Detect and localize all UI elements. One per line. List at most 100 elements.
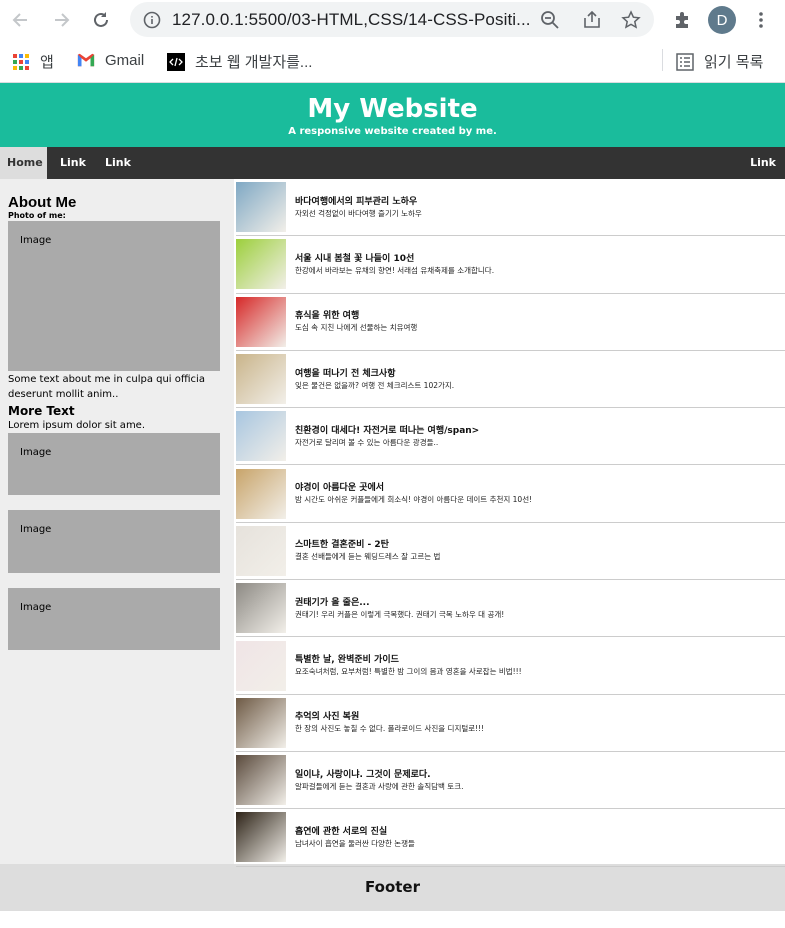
article-thumbnail xyxy=(236,583,286,634)
article-text: 서울 시내 봄철 꽃 나들이 10선 한강에서 바라보는 유채의 향연! 서래섬 … xyxy=(295,253,494,276)
article-thumbnail xyxy=(236,812,286,863)
info-icon[interactable] xyxy=(140,8,164,32)
photo-label: Photo of me: xyxy=(8,211,66,220)
share-icon[interactable] xyxy=(580,8,604,32)
bookmarks-bar: 앱 Gmail 초보 웹 개발자를... 읽기 목록 xyxy=(0,40,785,83)
article-title: 서울 시내 봄철 꽃 나들이 10선 xyxy=(295,253,415,264)
bookmark-dev-label: 초보 웹 개발자를... xyxy=(195,54,313,71)
reading-list-icon xyxy=(676,52,694,71)
article-description: 밤 시간도 아쉬운 커플들에게 희소식! 야경이 아름다운 데이트 추천지 10… xyxy=(295,495,533,505)
article-text: 휴식을 위한 여행 도심 속 지친 나에게 선물하는 치유여행 xyxy=(295,310,417,333)
article-title: 특별한 날, 완벽준비 가이드 xyxy=(295,655,399,666)
bookmark-dev[interactable]: 초보 웹 개발자를... xyxy=(167,51,312,72)
article-thumbnail xyxy=(236,411,286,462)
bookmark-gmail-label: Gmail xyxy=(105,51,145,69)
profile-image-placeholder: Image xyxy=(8,221,220,371)
web-page: My Website A responsive website created … xyxy=(0,83,785,928)
extensions-icon[interactable] xyxy=(669,7,695,33)
article-thumbnail xyxy=(236,640,286,691)
site-subtitle: A responsive website created by me. xyxy=(288,126,497,137)
article-text: 일이냐, 사랑이냐. 그것이 문제로다. 알파걸들에게 듣는 결혼과 사랑에 관한… xyxy=(295,769,464,792)
list-item[interactable]: 서울 시내 봄철 꽃 나들이 10선 한강에서 바라보는 유채의 향연! 서래섬 … xyxy=(236,236,785,294)
article-thumbnail xyxy=(236,296,286,347)
list-item[interactable]: 바다여행에서의 피부관리 노하우 자외선 걱정없이 바다여행 즐기기 노하우 xyxy=(236,179,785,237)
article-text: 여행을 떠나기 전 체크사항 잊은 물건은 없을까? 여행 전 체크리스트 102… xyxy=(295,368,454,391)
list-item[interactable]: 추억의 사진 복원 한 장의 사진도 놓칠 수 없다. 폴라로이드 사진을 디지털… xyxy=(236,695,785,752)
bookmark-separator xyxy=(662,49,663,71)
gmail-icon xyxy=(77,51,95,69)
list-item[interactable]: 휴식을 위한 여행 도심 속 지친 나에게 선물하는 치유여행 xyxy=(236,294,785,351)
list-item[interactable]: 야경이 아름다운 곳에서 밤 시간도 아쉬운 커플들에게 희소식! 야경이 아름다… xyxy=(236,465,785,523)
article-title: 일이냐, 사랑이냐. 그것이 문제로다. xyxy=(295,769,431,780)
article-list: 바다여행에서의 피부관리 노하우 자외선 걱정없이 바다여행 즐기기 노하우서울 … xyxy=(234,179,785,867)
article-title: 바다여행에서의 피부관리 노하우 xyxy=(295,196,418,207)
article-thumbnail xyxy=(236,468,286,519)
zoom-icon[interactable] xyxy=(538,8,562,32)
bookmark-gmail[interactable]: Gmail xyxy=(77,51,144,69)
article-description: 권태기! 우리 커플은 이렇게 극복했다. 권태기 극복 노하우 대 공개! xyxy=(295,609,505,619)
article-thumbnail xyxy=(236,354,286,405)
bookmark-apps-label: 앱 xyxy=(40,54,54,71)
list-item[interactable]: 여행을 떠나기 전 체크사항 잊은 물건은 없을까? 여행 전 체크리스트 102… xyxy=(236,351,785,409)
article-thumbnail xyxy=(236,697,286,748)
article-description: 한강에서 바라보는 유채의 향연! 서래섬 유채축제를 소개합니다. xyxy=(295,265,495,275)
reading-list-label: 읽기 목록 xyxy=(704,54,764,71)
article-text: 흡연에 관한 서로의 진실 남녀사이 흡연을 둘러싼 다양한 논쟁들 xyxy=(295,826,415,849)
menu-kebab-icon[interactable] xyxy=(748,7,774,33)
image-placeholder-2: Image xyxy=(8,433,220,495)
code-icon xyxy=(167,52,185,71)
article-description: 남녀사이 흡연을 둘러싼 다양한 논쟁들 xyxy=(295,838,415,848)
article-text: 권태기가 올 줄은... 권태기! 우리 커플은 이렇게 극복했다. 권태기 극복… xyxy=(295,597,504,620)
article-text: 스마트한 결혼준비 - 2탄 결혼 선배들에게 듣는 웨딩드레스 잘 고르는 법 xyxy=(295,539,440,562)
article-title: 스마트한 결혼준비 - 2탄 xyxy=(295,540,389,551)
list-item[interactable]: 흡연에 관한 서로의 진실 남녀사이 흡연을 둘러싼 다양한 논쟁들 xyxy=(236,809,785,867)
image-placeholder-4: Image xyxy=(8,588,220,650)
browser-toolbar: 127.0.0.1:5500/03-HTML,CSS/14-CSS-Positi… xyxy=(0,0,785,40)
article-description: 결혼 선배들에게 듣는 웨딩드레스 잘 고르는 법 xyxy=(295,552,441,562)
nav-link-right[interactable]: Link xyxy=(743,147,783,179)
article-thumbnail xyxy=(236,525,286,576)
back-icon[interactable] xyxy=(8,7,34,33)
article-title: 추억의 사진 복원 xyxy=(295,712,360,723)
url-text: 127.0.0.1:5500/03-HTML,CSS/14-CSS-Positi… xyxy=(172,10,531,29)
article-description: 자전거로 달리며 볼 수 있는 아름다운 광경들.. xyxy=(295,437,439,447)
reading-list[interactable]: 읽기 목록 xyxy=(676,51,763,72)
nav-home[interactable]: Home xyxy=(0,147,47,179)
article-description: 도심 속 지친 나에게 선물하는 치유여행 xyxy=(295,323,418,333)
site-footer: Footer xyxy=(0,864,785,911)
list-item[interactable]: 일이냐, 사랑이냐. 그것이 문제로다. 알파걸들에게 듣는 결혼과 사랑에 관한… xyxy=(236,752,785,810)
list-item[interactable]: 스마트한 결혼준비 - 2탄 결혼 선배들에게 듣는 웨딩드레스 잘 고르는 법 xyxy=(236,523,785,581)
about-heading: About Me xyxy=(8,194,77,211)
article-title: 휴식을 위한 여행 xyxy=(295,311,360,322)
nav-link-1[interactable]: Link xyxy=(53,147,93,179)
about-text: Some text about me in culpa qui officia … xyxy=(8,374,205,400)
apps-grid-icon xyxy=(12,53,30,71)
image-placeholder-3: Image xyxy=(8,510,220,573)
bookmark-star-icon[interactable] xyxy=(619,8,643,32)
footer-text: Footer xyxy=(365,878,420,896)
article-description: 한 장의 사진도 놓칠 수 없다. 폴라로이드 사진을 디지털로!!! xyxy=(295,724,485,734)
article-text: 야경이 아름다운 곳에서 밤 시간도 아쉬운 커플들에게 희소식! 야경이 아름다… xyxy=(295,482,532,505)
forward-icon[interactable] xyxy=(48,7,74,33)
list-item[interactable]: 친환경이 대세다! 자전거로 떠나는 여행/span> 자전거로 달리며 볼 수 … xyxy=(236,408,785,466)
bookmark-apps[interactable]: 앱 xyxy=(12,51,54,72)
address-bar[interactable]: 127.0.0.1:5500/03-HTML,CSS/14-CSS-Positi… xyxy=(130,2,654,37)
article-description: 요조숙녀처럼, 요부처럼! 특별한 밤 그이의 몸과 영혼을 사로잡는 비법!!… xyxy=(295,667,522,677)
nav-link-2[interactable]: Link xyxy=(98,147,138,179)
site-title: My Website xyxy=(307,94,478,124)
article-text: 추억의 사진 복원 한 장의 사진도 놓칠 수 없다. 폴라로이드 사진을 디지털… xyxy=(295,711,484,734)
article-text: 특별한 날, 완벽준비 가이드 요조숙녀처럼, 요부처럼! 특별한 밤 그이의 몸… xyxy=(295,654,522,677)
profile-avatar[interactable]: D xyxy=(708,6,736,34)
article-title: 친환경이 대세다! 자전거로 떠나는 여행/span> xyxy=(295,425,480,436)
reload-icon[interactable] xyxy=(88,7,114,33)
article-description: 자외선 걱정없이 바다여행 즐기기 노하우 xyxy=(295,208,422,218)
article-title: 야경이 아름다운 곳에서 xyxy=(295,483,385,494)
more-text: Lorem ipsum dolor sit ame. xyxy=(8,420,146,431)
article-title: 권태기가 올 줄은... xyxy=(295,597,370,608)
article-text: 친환경이 대세다! 자전거로 떠나는 여행/span> 자전거로 달리며 볼 수 … xyxy=(295,425,479,448)
article-title: 여행을 떠나기 전 체크사항 xyxy=(295,368,396,379)
list-item[interactable]: 특별한 날, 완벽준비 가이드 요조숙녀처럼, 요부처럼! 특별한 밤 그이의 몸… xyxy=(236,637,785,695)
site-navbar: Home Link Link Link xyxy=(0,147,785,179)
sidebar: About Me Photo of me: Image Some text ab… xyxy=(0,179,234,864)
list-item[interactable]: 권태기가 올 줄은... 권태기! 우리 커플은 이렇게 극복했다. 권태기 극복… xyxy=(236,580,785,638)
